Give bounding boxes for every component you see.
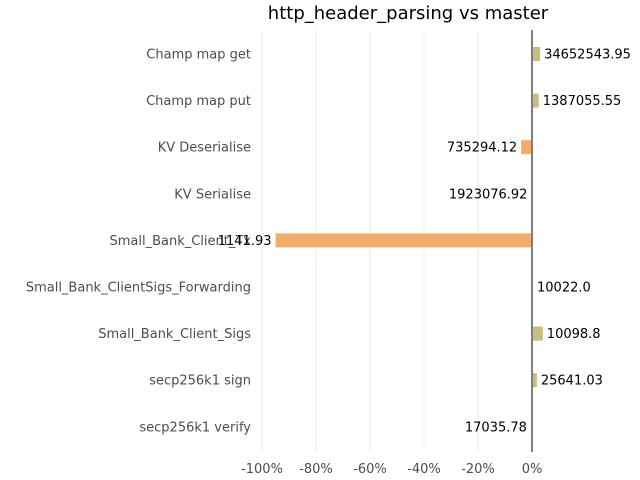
bar: [532, 47, 541, 61]
x-tick-label: 0%: [522, 462, 543, 477]
data-label: 34652543.95: [544, 48, 631, 63]
bar-chart-svg: http_header_parsing vs master Champ map …: [26, 3, 631, 477]
data-label: 1141.93: [218, 234, 272, 249]
data-label: 1387055.55: [543, 94, 622, 109]
bar: [521, 140, 532, 155]
category-label: Champ map get: [146, 48, 251, 63]
x-tick-labels: -100% -80% -60% -40% -20% 0%: [241, 462, 542, 477]
x-tick-label: -20%: [461, 462, 495, 477]
category-label: secp256k1 verify: [139, 420, 251, 435]
data-label: 17035.78: [465, 420, 527, 435]
bar: [275, 233, 532, 248]
category-label: Champ map put: [146, 94, 251, 109]
data-label: 735294.12: [447, 141, 517, 156]
x-tick-label: -40%: [407, 462, 441, 477]
x-tick-label: -80%: [299, 462, 333, 477]
data-label: 1923076.92: [449, 187, 528, 202]
category-label: KV Deserialise: [158, 141, 251, 156]
data-label: 25641.03: [541, 374, 603, 389]
x-tick-label: -60%: [353, 462, 387, 477]
bar: [532, 93, 539, 108]
data-label: 10022.0: [537, 281, 591, 296]
chart-title: http_header_parsing vs master: [268, 3, 549, 24]
chart: http_header_parsing vs master Champ map …: [0, 0, 640, 480]
category-label: Small_Bank_ClientSigs_Forwarding: [26, 281, 251, 296]
category-label: Small_Bank_Client_Sigs: [98, 327, 251, 342]
data-label: 10098.8: [547, 327, 601, 342]
x-tick-label: -100%: [241, 462, 283, 477]
bar: [532, 326, 543, 341]
category-label: KV Serialise: [174, 187, 251, 202]
category-label: secp256k1 sign: [149, 374, 251, 389]
